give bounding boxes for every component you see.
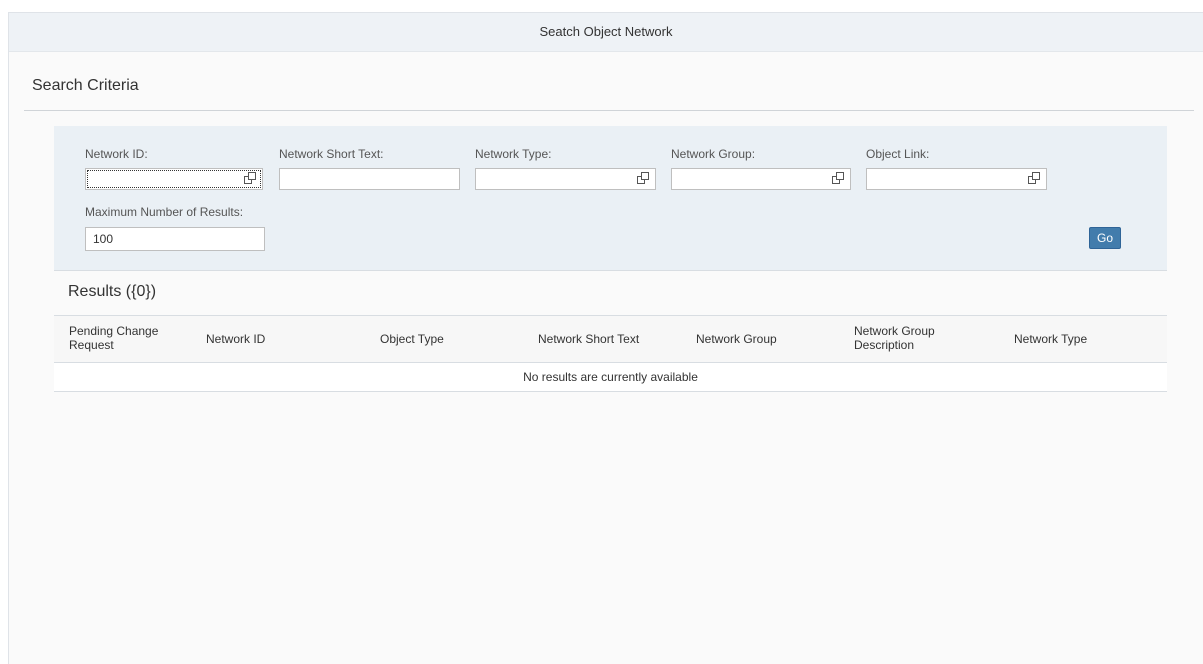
network-group-input[interactable] (671, 168, 851, 190)
go-button[interactable]: Go (1089, 227, 1121, 249)
section-divider (24, 110, 1194, 111)
network-type-label: Network Type: (475, 147, 552, 161)
column-header-object-type[interactable]: Object Type (380, 332, 444, 346)
network-short-text-input[interactable] (279, 168, 460, 190)
filter-panel: Network ID: Network Short Text: Network … (54, 126, 1167, 271)
table-header: Pending Change Request Network ID Object… (54, 315, 1167, 363)
value-help-icon[interactable] (832, 172, 844, 184)
column-header-network-short-text[interactable]: Network Short Text (538, 332, 639, 346)
column-header-network-id[interactable]: Network ID (206, 332, 265, 346)
page-title: Seatch Object Network (539, 24, 673, 39)
max-results-input[interactable]: 100 (85, 227, 265, 251)
max-results-label: Maximum Number of Results: (85, 205, 244, 219)
network-group-label: Network Group: (671, 147, 756, 161)
object-link-label: Object Link: (866, 147, 930, 161)
column-header-network-group[interactable]: Network Group (696, 332, 777, 346)
network-id-label: Network ID: (85, 147, 148, 161)
column-header-line: Description (854, 338, 915, 352)
results-title: Results ({0}) (68, 283, 157, 300)
search-criteria-title: Search Criteria (32, 77, 139, 94)
column-header-network-type[interactable]: Network Type (1014, 332, 1087, 346)
column-header-network-group-description[interactable]: Network Group Description (854, 324, 935, 352)
empty-results-row: No results are currently available (54, 363, 1167, 392)
column-header-pending-change-request[interactable]: Pending Change Request (69, 324, 158, 352)
value-help-icon[interactable] (1028, 172, 1040, 184)
column-header-line: Request (69, 338, 114, 352)
column-header-line: Pending Change (69, 324, 159, 338)
page-title-bar: Seatch Object Network (9, 13, 1203, 52)
results-table: Pending Change Request Network ID Object… (54, 315, 1167, 392)
network-type-input[interactable] (475, 168, 656, 190)
object-link-input[interactable] (866, 168, 1047, 190)
value-help-icon[interactable] (637, 172, 649, 184)
column-header-line: Network Group (854, 324, 935, 338)
network-short-text-label: Network Short Text: (279, 147, 384, 161)
network-id-input[interactable] (85, 168, 263, 190)
value-help-icon[interactable] (244, 172, 256, 184)
app-shell: Seatch Object Network Search Criteria Ne… (8, 12, 1203, 664)
